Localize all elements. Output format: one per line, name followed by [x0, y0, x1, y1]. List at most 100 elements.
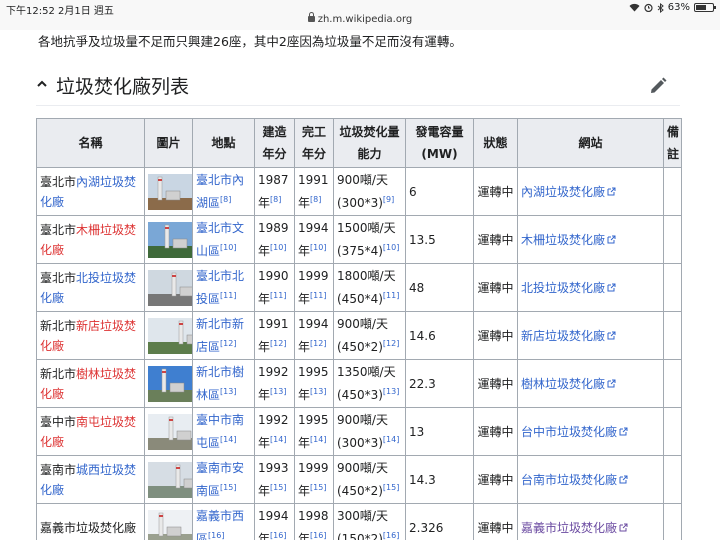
- ref-link[interactable]: [16]: [310, 531, 326, 540]
- plant-photo[interactable]: [148, 461, 192, 498]
- cell-image[interactable]: [144, 455, 193, 504]
- location-link[interactable]: 臺中市南屯區: [196, 413, 244, 450]
- cell-image[interactable]: [144, 503, 193, 540]
- cell-build-year: 1992年[14]: [254, 407, 295, 456]
- ref-link[interactable]: [16]: [383, 531, 399, 540]
- cell-location: 嘉義市西區[16]: [192, 503, 255, 540]
- lock-icon: [307, 12, 315, 22]
- ref-link[interactable]: [10]: [220, 243, 236, 252]
- location-link[interactable]: 臺北市內湖區: [196, 173, 244, 210]
- ref-link[interactable]: [13]: [220, 387, 236, 396]
- location-link[interactable]: 新北市新店區: [196, 317, 244, 354]
- ref-link[interactable]: [8]: [270, 195, 281, 204]
- done-year: 1991年: [298, 173, 329, 210]
- ref-link[interactable]: [12]: [270, 339, 286, 348]
- website-link[interactable]: 台南市垃圾焚化廠: [521, 473, 628, 487]
- name-prefix: 臺北市: [40, 270, 77, 285]
- wifi-icon: [629, 3, 640, 12]
- plant-photo[interactable]: [148, 509, 192, 540]
- table-row: 新北市新店垃圾焚化廠 新北市新店區[12] 1991年[12] 1994年[12] 90…: [36, 311, 682, 360]
- ref-link[interactable]: [8]: [220, 195, 231, 204]
- ref-link[interactable]: [12]: [383, 339, 399, 348]
- ref-link[interactable]: [8]: [310, 195, 321, 204]
- ref-link[interactable]: [11]: [383, 291, 399, 300]
- pencil-icon[interactable]: [648, 76, 668, 96]
- column-header: 發電容量(MW): [405, 118, 474, 168]
- location-link[interactable]: 新北市樹林區: [196, 365, 244, 402]
- ref-link[interactable]: [15]: [310, 483, 326, 492]
- ref-link[interactable]: [14]: [310, 435, 326, 444]
- website-link[interactable]: 台中市垃圾焚化廠: [521, 425, 628, 439]
- location-link[interactable]: 臺北市北投區: [196, 269, 244, 306]
- website-link[interactable]: 北投垃圾焚化廠: [521, 281, 616, 295]
- status-bar: 下午12:52 2月1日 週五 zh.m.wikipedia.org 63%: [0, 0, 720, 30]
- cell-note: [663, 167, 682, 216]
- external-link-icon: [607, 379, 616, 387]
- location-link[interactable]: 臺北市文山區: [196, 221, 244, 258]
- ref-link[interactable]: [15]: [270, 483, 286, 492]
- cell-image[interactable]: [144, 263, 193, 312]
- name-prefix: 嘉義市垃圾焚化廠: [40, 520, 137, 535]
- ref-link[interactable]: [9]: [383, 195, 394, 204]
- cell-status: 運轉中: [473, 167, 518, 216]
- plant-photo[interactable]: [148, 269, 192, 306]
- column-header: 建造年分: [254, 118, 295, 168]
- cell-image[interactable]: [144, 311, 193, 360]
- website-link[interactable]: 內湖垃圾焚化廠: [521, 185, 616, 199]
- ref-link[interactable]: [10]: [383, 243, 399, 252]
- cell-image[interactable]: [144, 407, 193, 456]
- ref-link[interactable]: [13]: [270, 387, 286, 396]
- ref-link[interactable]: [16]: [208, 531, 224, 540]
- ref-link[interactable]: [12]: [310, 339, 326, 348]
- table-row: 新北市樹林垃圾焚化廠 新北市樹林區[13] 1992年[13] 1995年[13] 13…: [36, 359, 682, 408]
- chevron-up-icon[interactable]: [36, 76, 48, 94]
- cell-name: 臺南市城西垃圾焚化廠: [36, 455, 145, 504]
- plant-photo[interactable]: [148, 413, 192, 450]
- ref-link[interactable]: [11]: [220, 291, 236, 300]
- website-link[interactable]: 嘉義市垃圾焚化廠: [521, 521, 628, 535]
- plant-photo[interactable]: [148, 365, 192, 402]
- website-link[interactable]: 樹林垃圾焚化廠: [521, 377, 616, 391]
- ref-link[interactable]: [11]: [310, 291, 326, 300]
- website-label: 台南市垃圾焚化廠: [521, 472, 618, 487]
- ref-link[interactable]: [14]: [270, 435, 286, 444]
- cell-image[interactable]: [144, 359, 193, 408]
- ref-link[interactable]: [16]: [270, 531, 286, 540]
- cell-image[interactable]: [144, 167, 193, 216]
- cell-power: 2.326: [405, 503, 474, 540]
- plant-photo[interactable]: [148, 173, 192, 210]
- website-link[interactable]: 新店垃圾焚化廠: [521, 329, 616, 343]
- ref-link[interactable]: [10]: [270, 243, 286, 252]
- ref-link[interactable]: [10]: [310, 243, 326, 252]
- ref-link[interactable]: [15]: [220, 483, 236, 492]
- cell-capacity: 1350噸/天(450*3)[13]: [333, 359, 406, 408]
- done-year: 1995年: [298, 413, 329, 450]
- name-prefix: 臺北市: [40, 174, 77, 189]
- column-header: 狀態: [473, 118, 518, 168]
- table-row: 臺北市內湖垃圾焚化廠 臺北市內湖區[8] 1987年[8] 1991年[8] 900噸/…: [36, 167, 682, 216]
- ref-link[interactable]: [13]: [310, 387, 326, 396]
- cell-website: 台南市垃圾焚化廠: [517, 455, 664, 504]
- section-header[interactable]: 垃圾焚化廠列表: [36, 70, 680, 106]
- ref-link[interactable]: [13]: [383, 387, 399, 396]
- ref-link[interactable]: [11]: [270, 291, 286, 300]
- address-bar[interactable]: zh.m.wikipedia.org: [0, 12, 720, 25]
- cell-note: [663, 215, 682, 264]
- plant-photo[interactable]: [148, 317, 192, 354]
- cell-capacity: 1800噸/天(450*4)[11]: [333, 263, 406, 312]
- website-link[interactable]: 木柵垃圾焚化廠: [521, 233, 616, 247]
- ref-link[interactable]: [14]: [383, 435, 399, 444]
- cell-website: 新店垃圾焚化廠: [517, 311, 664, 360]
- capacity: 900噸/天(450*2): [337, 317, 388, 354]
- ref-link[interactable]: [14]: [220, 435, 236, 444]
- capacity: 300噸/天(150*2): [337, 509, 388, 540]
- battery-percent: 63%: [667, 2, 690, 13]
- ref-link[interactable]: [12]: [220, 339, 236, 348]
- cell-status: 運轉中: [473, 359, 518, 408]
- done-year: 1994年: [298, 221, 329, 258]
- plant-photo[interactable]: [148, 221, 192, 258]
- cell-website: 木柵垃圾焚化廠: [517, 215, 664, 264]
- ref-link[interactable]: [15]: [383, 483, 399, 492]
- cell-image[interactable]: [144, 215, 193, 264]
- location-link[interactable]: 臺南市安南區: [196, 461, 244, 498]
